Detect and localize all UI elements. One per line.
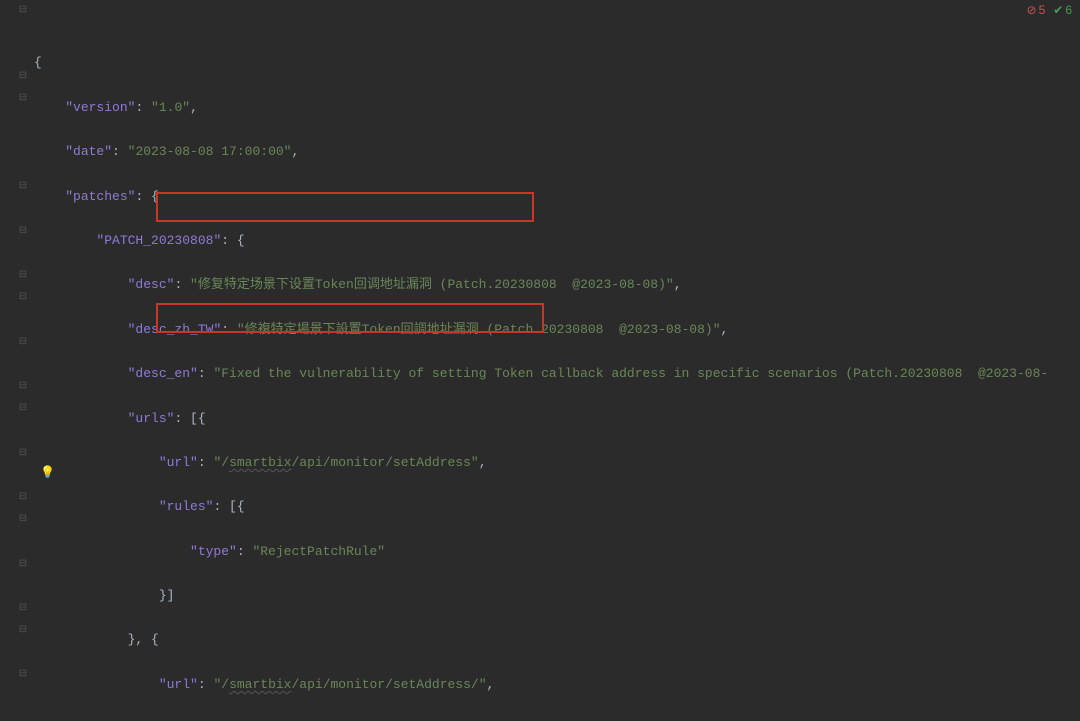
fold-icon[interactable]: ⊟: [18, 6, 28, 16]
code-line: "type": "RejectPatchRule": [30, 541, 1080, 563]
code-line: {: [30, 52, 1080, 74]
inspection-status[interactable]: ⊘5 ✔6: [1025, 3, 1075, 17]
fold-icon[interactable]: ⊟: [18, 227, 28, 237]
code-line: "urls": [{: [30, 408, 1080, 430]
code-line: }, {: [30, 629, 1080, 651]
fold-icon[interactable]: ⊟: [18, 604, 28, 614]
code-line: "url": "/smartbix/api/monitor/setAddress…: [30, 674, 1080, 696]
code-line: "rules": [{: [30, 496, 1080, 518]
check-icon: ✔: [1053, 3, 1063, 17]
fold-icon[interactable]: ⊟: [18, 493, 28, 503]
code-line: "desc": "修复特定场景下设置Token回调地址漏洞 (Patch.202…: [30, 274, 1080, 296]
fold-icon[interactable]: ⊟: [18, 404, 28, 414]
fold-icon[interactable]: ⊟: [18, 560, 28, 570]
code-editor[interactable]: ⊟ ⊟ ⊟ ⊟ ⊟ ⊟ ⊟ ⊟ ⊟ ⊟ ⊟ ⊟ ⊟ ⊟ ⊟ ⊟ ⊟ 💡 { "v…: [0, 0, 1080, 721]
code-line: "date": "2023-08-08 17:00:00",: [30, 141, 1080, 163]
code-line: "version": "1.0",: [30, 97, 1080, 119]
fold-icon[interactable]: ⊟: [18, 338, 28, 348]
code-line: "desc_en": "Fixed the vulnerability of s…: [30, 363, 1080, 385]
gutter: ⊟ ⊟ ⊟ ⊟ ⊟ ⊟ ⊟ ⊟ ⊟ ⊟ ⊟ ⊟ ⊟ ⊟ ⊟ ⊟ ⊟: [0, 0, 30, 721]
fold-icon[interactable]: ⊟: [18, 626, 28, 636]
fold-icon[interactable]: ⊟: [18, 293, 28, 303]
fold-icon[interactable]: ⊟: [18, 94, 28, 104]
fold-icon[interactable]: ⊟: [18, 515, 28, 525]
fold-icon[interactable]: ⊟: [18, 72, 28, 82]
fold-icon[interactable]: ⊟: [18, 271, 28, 281]
error-indicator[interactable]: ⊘5: [1027, 3, 1046, 17]
code-line: "url": "/smartbix/api/monitor/setAddress…: [30, 452, 1080, 474]
code-line: }]: [30, 585, 1080, 607]
fold-icon[interactable]: ⊟: [18, 182, 28, 192]
error-count: 5: [1039, 3, 1046, 17]
ok-count: 6: [1065, 3, 1072, 17]
code-line: "patches": {: [30, 186, 1080, 208]
error-icon: ⊘: [1027, 3, 1037, 17]
code-area[interactable]: { "version": "1.0", "date": "2023-08-08 …: [30, 0, 1080, 721]
code-line: "desc_zh_TW": "修複特定場景下設置Token回調地址漏洞 (Pat…: [30, 319, 1080, 341]
ok-indicator[interactable]: ✔6: [1053, 3, 1072, 17]
fold-icon[interactable]: ⊟: [18, 670, 28, 680]
fold-icon[interactable]: ⊟: [18, 382, 28, 392]
code-line: "PATCH_20230808": {: [30, 230, 1080, 252]
fold-icon[interactable]: ⊟: [18, 449, 28, 459]
